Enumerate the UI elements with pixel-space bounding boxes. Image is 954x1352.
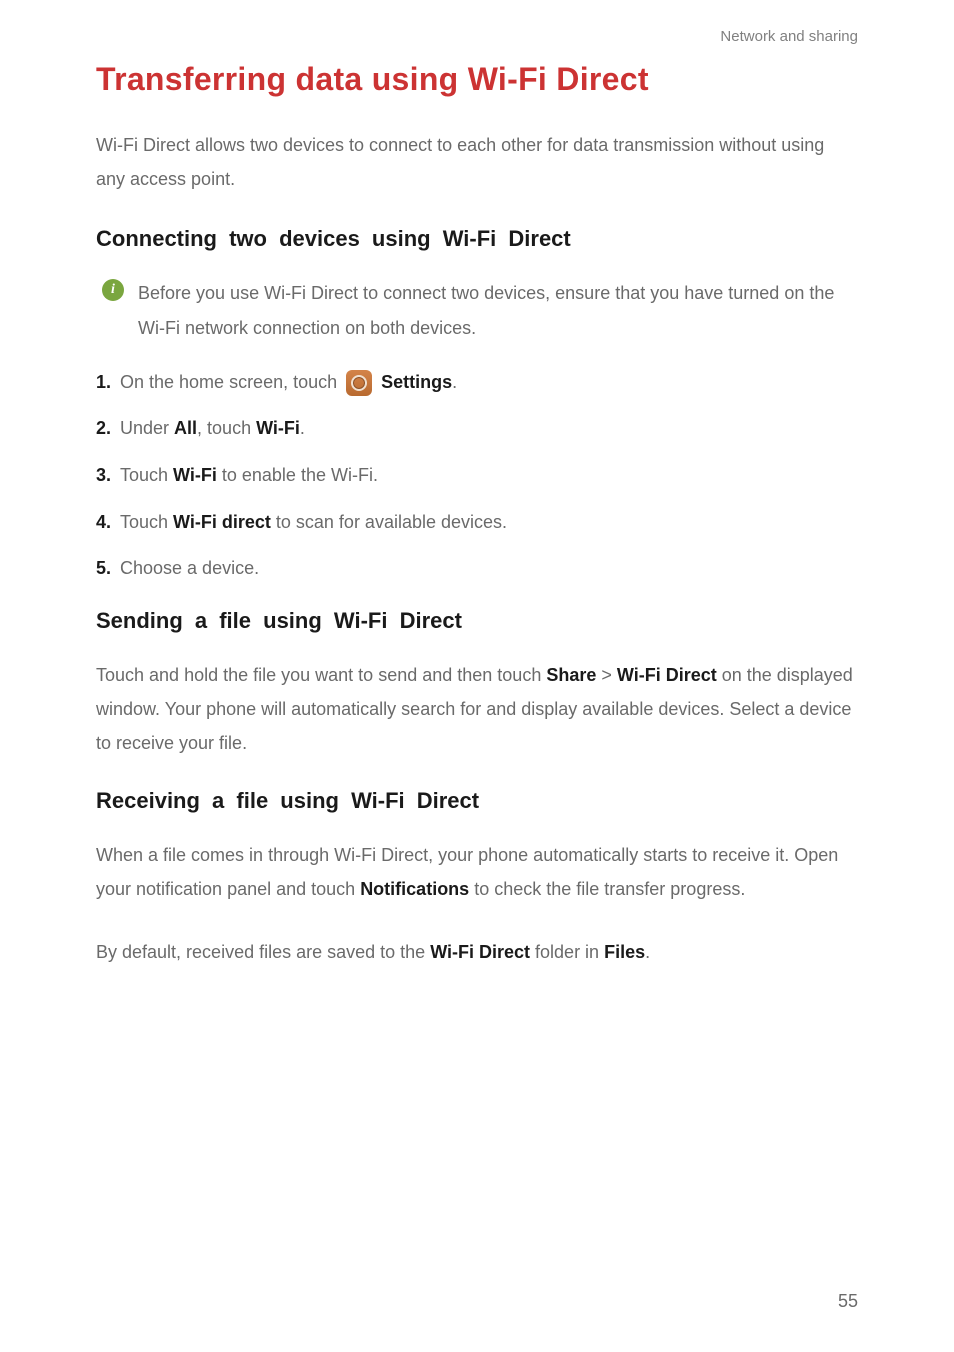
step-5-text: Choose a device. [120,558,259,578]
step-2-wifi: Wi-Fi [256,418,300,438]
step-5: Choose a device. [96,553,858,584]
step-3: Touch Wi-Fi to enable the Wi-Fi. [96,460,858,491]
receiving-paragraph-1: When a file comes in through Wi-Fi Direc… [96,838,858,906]
step-4-suffix: to scan for available devices. [271,512,507,532]
page-header: Network and sharing [96,28,858,45]
step-3-suffix: to enable the Wi-Fi. [217,465,378,485]
intro-paragraph: Wi-Fi Direct allows two devices to conne… [96,128,858,196]
sending-gt: > [596,665,617,685]
info-text: Before you use Wi-Fi Direct to connect t… [138,276,858,344]
files-label: Files [604,942,645,962]
notifications-label: Notifications [360,879,469,899]
steps-list: On the home screen, touch Settings. Unde… [96,367,858,584]
receiving-p2-a: By default, received files are saved to … [96,942,430,962]
step-2-mid: , touch [197,418,256,438]
step-3-text-a: Touch [120,465,173,485]
step-1-settings-label: Settings [381,372,452,392]
share-label: Share [546,665,596,685]
receiving-p2-end: . [645,942,650,962]
step-3-wifi: Wi-Fi [173,465,217,485]
step-2-all: All [174,418,197,438]
step-2-text-a: Under [120,418,174,438]
receiving-p2-mid: folder in [530,942,604,962]
sending-text-a: Touch and hold the file you want to send… [96,665,546,685]
page-title: Transferring data using Wi-Fi Direct [96,61,858,98]
receiving-paragraph-2: By default, received files are saved to … [96,935,858,969]
step-2-end: . [300,418,305,438]
sending-paragraph: Touch and hold the file you want to send… [96,658,858,761]
step-4: Touch Wi-Fi direct to scan for available… [96,507,858,538]
page-number: 55 [838,1291,858,1312]
step-1: On the home screen, touch Settings. [96,367,858,398]
step-1-end: . [452,372,457,392]
step-4-text-a: Touch [120,512,173,532]
step-2: Under All, touch Wi-Fi. [96,413,858,444]
step-4-wfd: Wi-Fi direct [173,512,271,532]
section-title-sending: Sending a file using Wi-Fi Direct [96,608,858,634]
section-title-connecting: Connecting two devices using Wi-Fi Direc… [96,226,858,252]
info-icon: i [102,279,124,301]
section-title-receiving: Receiving a file using Wi-Fi Direct [96,788,858,814]
receiving-text-b: to check the file transfer progress. [469,879,745,899]
wfd-folder-label: Wi-Fi Direct [430,942,530,962]
info-callout: i Before you use Wi-Fi Direct to connect… [102,276,858,344]
settings-icon [346,370,372,396]
wfd-label: Wi-Fi Direct [617,665,717,685]
step-1-text-a: On the home screen, touch [120,372,342,392]
